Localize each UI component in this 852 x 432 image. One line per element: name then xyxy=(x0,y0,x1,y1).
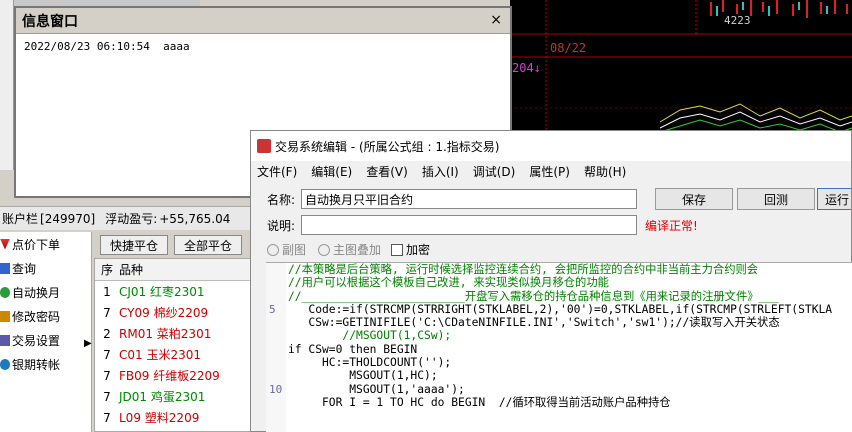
code-line: //MSGOUT(1,CSw); xyxy=(288,329,452,343)
code-line: //用户可以根据这个模板自己改进, 来实现类似换月移仓的功能 xyxy=(288,276,609,290)
chart-date-label: 08/22 xyxy=(550,41,587,55)
encrypt-label: 加密 xyxy=(406,243,431,257)
position-list: 序 品种 1 CJ01 红枣2301 7 CY09 棉纱2209 2 RM01 菜粕2… xyxy=(94,258,254,432)
down-arrow-icon xyxy=(0,238,10,250)
nav-item-password[interactable]: 修改密码 xyxy=(0,304,91,328)
left-nav: 点价下单 查询 自动换月 修改密码 交易设置 银期转帐 xyxy=(0,232,92,432)
name-input[interactable]: 自动换月只平旧合约 xyxy=(301,189,637,209)
code-line: MSGOUT(1,HC); xyxy=(288,369,438,383)
bank-transfer-icon xyxy=(0,358,10,370)
compile-status: 编译正常! xyxy=(645,218,698,233)
code-line: //本策略是后台策略, 运行时候选择监控连续合约, 会把所监控的合约中非当前主力… xyxy=(288,263,759,276)
encrypt-checkbox[interactable] xyxy=(391,243,404,256)
list-header: 序 品种 xyxy=(95,259,253,281)
account-label: 账户栏 xyxy=(2,212,39,226)
chart-lines xyxy=(510,0,852,140)
line-number xyxy=(266,369,286,382)
code-lines: //本策略是后台策略, 运行时候选择监控连续合约, 会把所监控的合约中非当前主力… xyxy=(288,263,832,409)
password-icon xyxy=(0,310,10,322)
down-arrow-icon: ↓ xyxy=(533,61,541,75)
log-line: 2022/08/23 06:10:54 aaaa xyxy=(24,40,190,53)
nav-item-query[interactable]: 查询 xyxy=(0,256,91,280)
account-bar: 账户栏 [249970] 浮动盈亏: +55,765.04 xyxy=(0,206,252,230)
line-number: 10 xyxy=(269,382,283,396)
query-icon xyxy=(0,262,10,274)
table-row[interactable]: 7 JD01 鸡蛋2301 xyxy=(95,386,253,407)
line-number xyxy=(266,396,286,409)
info-window-title: 信息窗口 xyxy=(16,8,510,34)
line-number xyxy=(266,290,286,303)
name-label: 名称: xyxy=(267,192,296,207)
close-all-button[interactable]: 全部平仓 xyxy=(174,235,242,255)
menu-file[interactable]: 文件(F) xyxy=(257,163,297,180)
table-row[interactable]: 7 CY09 棉纱2209 xyxy=(95,302,253,323)
code-editor[interactable]: 5 10 //本策略是后台策略, 运行时候选择监控连续合约, 会把所监控的合约中非… xyxy=(266,262,852,432)
line-number xyxy=(266,316,286,329)
menu-insert[interactable]: 插入(I) xyxy=(422,163,459,180)
pnl-label: 浮动盈亏: xyxy=(105,212,158,226)
line-gutter: 5 10 xyxy=(266,263,286,432)
menu-help[interactable]: 帮助(H) xyxy=(584,163,626,180)
menu-debug[interactable]: 调试(D) xyxy=(473,163,516,180)
table-row[interactable]: 2 RM01 菜粕2301 xyxy=(95,323,253,344)
code-line: Code:=if(STRCMP(STRRIGHT(STKLABEL,2),'00… xyxy=(288,302,833,316)
table-row[interactable]: 7 FB09 纤维板2209 xyxy=(95,365,253,386)
main-overlay-label: 主图叠加 xyxy=(333,243,382,257)
line-number xyxy=(266,276,286,289)
line-number xyxy=(266,343,286,356)
code-line: //________________________开盘写入需移仓的持仓品种信息… xyxy=(288,289,779,303)
sub-chart-label: 副图 xyxy=(282,243,307,257)
table-row[interactable]: 1 CJ01 红枣2301 xyxy=(95,281,253,302)
menu-edit[interactable]: 编辑(E) xyxy=(311,163,352,180)
line-number xyxy=(266,329,286,342)
description-input[interactable] xyxy=(301,215,637,235)
code-line: if CSw=0 then BEGIN xyxy=(288,342,418,356)
table-row[interactable]: 7 L09 塑料2209 xyxy=(95,407,253,428)
indicator-value: 204↓ xyxy=(512,61,541,75)
nav-item-trade-settings[interactable]: 交易设置 xyxy=(0,328,91,352)
code-line: MSGOUT(1,'aaaa'); xyxy=(288,382,465,396)
line-number xyxy=(266,263,286,276)
line-number: 5 xyxy=(269,302,276,316)
description-label: 说明: xyxy=(267,218,296,233)
auto-roll-icon xyxy=(0,286,10,298)
line-number xyxy=(266,356,286,369)
quick-close-button[interactable]: 快捷平仓 xyxy=(100,235,168,255)
save-button[interactable]: 保存 xyxy=(655,188,733,210)
code-line: CSw:=GETINIFILE('C:\CDateNINFILE.INI','S… xyxy=(288,316,780,330)
sub-chart-radio[interactable] xyxy=(267,243,279,256)
nav-item-auto-roll[interactable]: 自动换月 xyxy=(0,280,91,304)
chevron-right-icon[interactable]: ▶ xyxy=(84,338,92,349)
code-line: HC:=THOLDCOUNT(''); xyxy=(288,356,452,370)
menu-properties[interactable]: 属性(P) xyxy=(529,163,570,180)
nav-item-bank-transfer[interactable]: 银期转帐 xyxy=(0,352,91,376)
left-strip xyxy=(0,0,14,170)
backtest-button[interactable]: 回测 xyxy=(737,188,815,210)
main-overlay-radio[interactable] xyxy=(318,243,331,256)
kline-chart[interactable]: 08/22 4223 204↓ xyxy=(510,0,852,140)
menu-view[interactable]: 查看(V) xyxy=(366,163,408,180)
chart-price-label: 4223 xyxy=(724,14,751,27)
pnl-value: +55,765.04 xyxy=(159,211,231,226)
app-logo-icon xyxy=(257,139,271,153)
code-line: FOR I = 1 TO HC do BEGIN //循环取得当前活动账户品种持… xyxy=(288,395,671,409)
close-icon[interactable]: × xyxy=(490,12,502,28)
settings-icon xyxy=(0,334,10,346)
nav-item-click-order[interactable]: 点价下单 xyxy=(0,232,91,256)
editor-title-bar: 交易系统编辑 - (所属公式组 : 1.指标交易) xyxy=(251,131,851,161)
run-button[interactable]: 运行 xyxy=(817,188,851,210)
table-row[interactable]: 7 C01 玉米2301 xyxy=(95,344,253,365)
editor-menubar: 文件(F) 编辑(E) 查看(V) 插入(I) 调试(D) 属性(P) 帮助(H… xyxy=(251,161,851,181)
account-id: [249970] xyxy=(40,211,96,226)
